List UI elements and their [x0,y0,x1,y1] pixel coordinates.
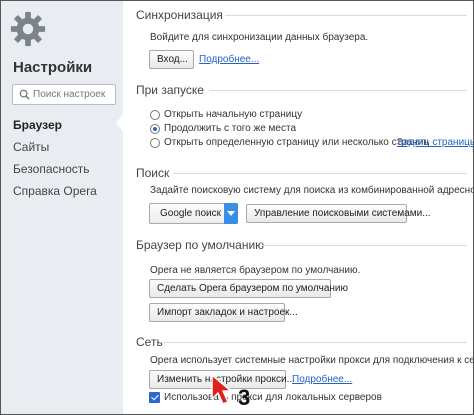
gear-icon [10,11,46,47]
sidebar-item-help[interactable]: Справка Opera [13,184,97,198]
chevron-down-icon[interactable] [224,203,238,224]
startup-heading: При запуске [136,83,204,97]
search-heading: Поиск [136,166,170,180]
radio-continue[interactable] [150,124,160,134]
search-field[interactable] [12,84,116,105]
sidebar-item-security[interactable]: Безопасность [13,162,90,176]
login-button[interactable]: Вход... [149,50,194,69]
set-pages-link[interactable]: Задать страницы [397,137,473,148]
sync-heading: Синхронизация [136,8,223,22]
search-description: Задайте поисковую систему для поиска из … [150,185,473,196]
sidebar-item-sites[interactable]: Сайты [13,140,49,154]
search-engine-value: Google поиск [160,208,221,219]
page-title: Настройки [13,59,93,76]
sync-description: Войдите для синхронизации данных браузер… [150,32,369,43]
local-proxy-label: Использовать прокси для локальных сервер… [164,392,382,403]
search-engine-dropdown[interactable]: Google поиск [149,203,238,224]
local-proxy-checkbox[interactable] [149,392,160,403]
manage-search-engines-button[interactable]: Управление поисковыми системами... [246,204,431,223]
divider [173,173,467,174]
settings-window: Настройки Браузер Сайты Безопасность Спр… [0,0,474,415]
radio-open-start-page[interactable] [150,110,160,120]
search-icon [19,89,30,100]
radio-open-specific-pages[interactable] [150,138,160,148]
radio-label-specific-pages: Открыть определенную страницу или нескол… [164,137,430,148]
default-browser-description: Opera не является браузером по умолчанию… [150,265,361,276]
step-number: 3 [238,385,251,410]
radio-label-start-page: Открыть начальную страницу [164,109,303,120]
divider [209,90,467,91]
divider [163,342,467,343]
sidebar-item-browser[interactable]: Браузер [13,118,62,132]
divider [225,15,467,16]
import-bookmarks-button[interactable]: Импорт закладок и настроек... [149,303,298,322]
radio-label-continue: Продолжить с того же места [164,123,297,134]
sidebar: Настройки Браузер Сайты Безопасность Спр… [1,1,124,414]
network-description: Opera использует системные настройки про… [150,355,474,366]
make-default-button[interactable]: Сделать Opera браузером по умолчанию [149,279,348,298]
network-heading: Сеть [136,335,163,349]
divider [262,245,467,246]
sync-more-link[interactable]: Подробнее... [199,54,259,65]
settings-content: Синхронизация Войдите для синхронизации … [123,1,474,414]
default-browser-heading: Браузер по умолчанию [136,238,265,252]
network-more-link[interactable]: Подробнее... [292,374,352,385]
search-input[interactable] [33,87,113,102]
